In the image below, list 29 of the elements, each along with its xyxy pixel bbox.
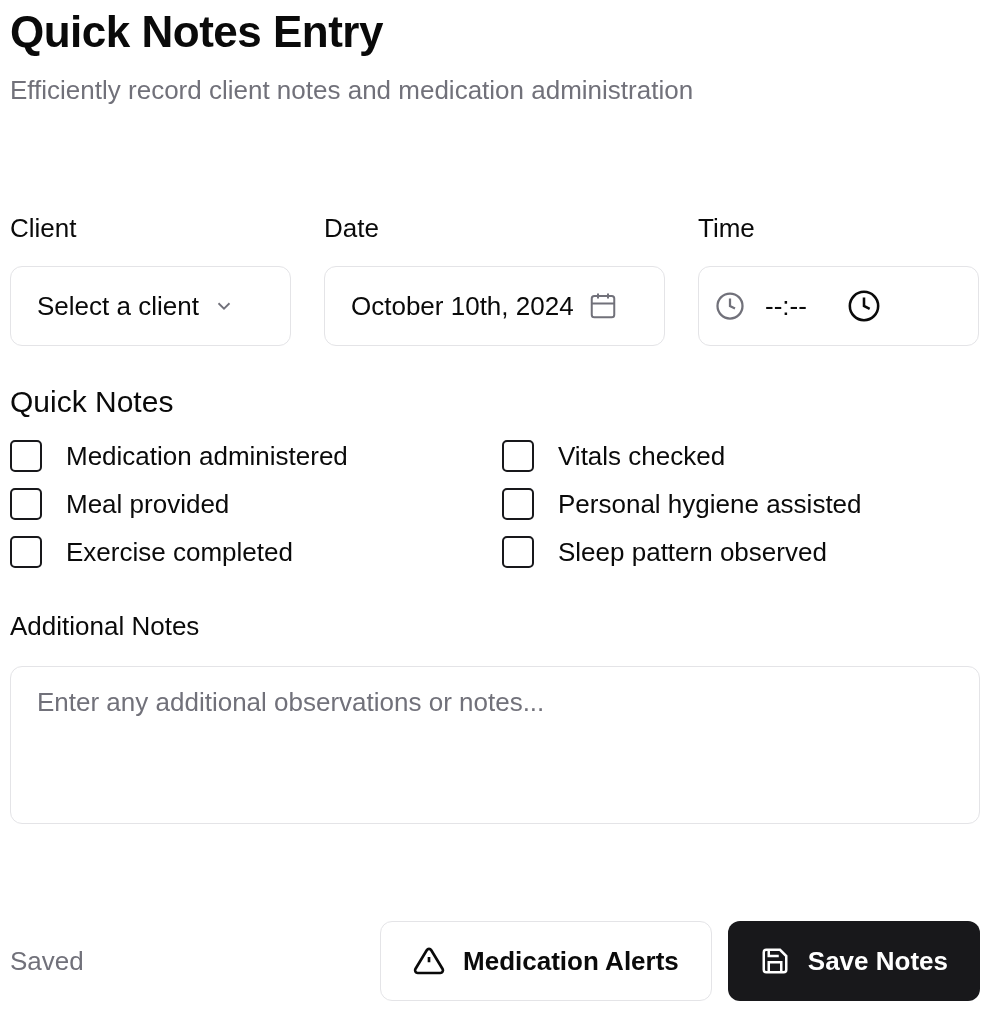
field-label: Date (324, 212, 379, 244)
checkbox-label: Medication administered (66, 440, 348, 472)
alerts-button[interactable]: Medication Alerts (380, 921, 712, 1001)
checkbox[interactable] (10, 488, 42, 520)
field-label: Client (10, 212, 77, 244)
save-status: Saved (10, 945, 84, 977)
checkbox-label: Sleep pattern observed (558, 536, 827, 568)
save-button[interactable]: Save Notes (727, 921, 980, 1001)
checkbox[interactable] (10, 440, 42, 472)
section-title: Additional Notes (10, 610, 200, 643)
checkbox-label: Meal provided (66, 488, 230, 520)
checkbox[interactable] (502, 536, 534, 568)
checkbox[interactable] (10, 536, 42, 568)
warning-icon (413, 945, 446, 977)
client-select[interactable]: Select a client (10, 266, 291, 346)
page-title: Quick Notes Entry (10, 6, 383, 58)
section-title: Quick Notes (10, 384, 174, 420)
clock-icon (715, 291, 745, 321)
checkbox-label: Vitals checked (558, 440, 726, 472)
date-field[interactable]: October 10th, 2024 (324, 266, 665, 346)
notes-textarea[interactable]: Enter any additional observations or notes... (10, 666, 980, 824)
checkbox[interactable] (502, 440, 534, 472)
checkbox-label: Exercise completed (66, 536, 293, 568)
page-subtitle: Efficiently record client notes and medication administration (10, 74, 694, 106)
clock-icon (846, 289, 881, 323)
checkbox-label: Personal hygiene assisted (558, 488, 862, 520)
field-label: Time (698, 212, 755, 244)
checkbox[interactable] (502, 488, 534, 520)
time-field[interactable]: --:-- (698, 266, 979, 346)
